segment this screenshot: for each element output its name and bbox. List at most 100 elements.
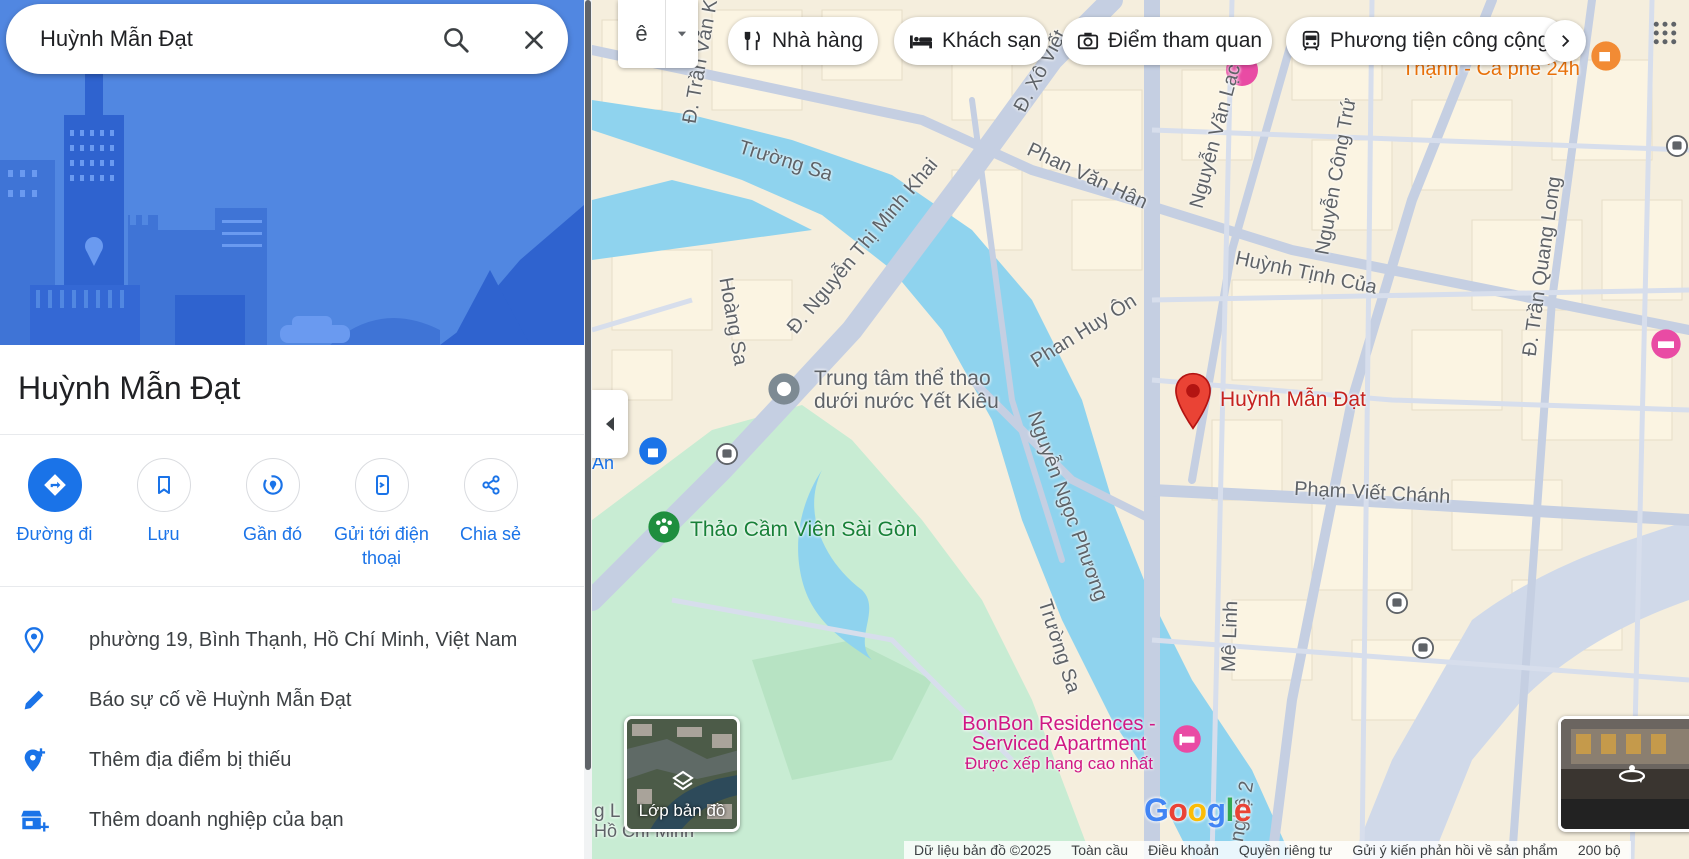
panel-scrollbar[interactable] bbox=[584, 0, 592, 859]
bonbon-label-2: Serviced Apartment bbox=[971, 733, 1147, 755]
map-style-dropdown[interactable] bbox=[666, 0, 698, 68]
camera-icon bbox=[1077, 32, 1099, 50]
chevron-right-icon bbox=[1562, 35, 1570, 47]
map-layers-button[interactable]: Lớp bản đồ bbox=[624, 716, 740, 832]
chip-label: Khách sạn bbox=[942, 29, 1042, 52]
caret-down-icon bbox=[677, 31, 687, 37]
privacy-link[interactable]: Quyền riêng tư bbox=[1229, 842, 1342, 858]
location-pin-icon bbox=[24, 627, 44, 654]
bonbon-poi[interactable]: BonBon Residences - Serviced Apartment Đ… bbox=[954, 713, 1201, 774]
add-missing-place-text: Thêm địa điểm bị thiếu bbox=[89, 748, 292, 771]
caret-left-icon bbox=[606, 417, 614, 431]
red-pin-icon bbox=[1175, 372, 1211, 430]
address-row[interactable]: phường 19, Bình Thạnh, Hồ Chí Minh, Việt… bbox=[0, 612, 584, 668]
rotate-360-icon bbox=[1618, 765, 1646, 783]
chip-restaurants[interactable]: Nhà hàng bbox=[728, 17, 878, 65]
bus-stop-icon[interactable] bbox=[1666, 135, 1688, 157]
report-issue-row[interactable]: Báo sự cố về Huỳnh Mẫn Đạt bbox=[0, 672, 584, 728]
add-missing-place-row[interactable]: Thêm địa điểm bị thiếu bbox=[0, 732, 584, 788]
place-title: Huỳnh Mẫn Đạt bbox=[18, 370, 241, 406]
share-icon bbox=[481, 475, 500, 495]
nearby-circle bbox=[245, 458, 300, 512]
map-style-button[interactable]: ê bbox=[618, 0, 666, 68]
map-style-toggle[interactable]: ê bbox=[618, 0, 698, 68]
chip-label: Điểm tham quan bbox=[1108, 29, 1263, 52]
shopping-marker-icon[interactable] bbox=[638, 436, 668, 466]
directions-label: Đường đi bbox=[16, 524, 93, 544]
hotel-icon bbox=[910, 35, 932, 49]
bonbon-label-1: BonBon Residences - bbox=[962, 713, 1156, 735]
logo-letter: l bbox=[1225, 792, 1235, 828]
save-circle bbox=[136, 458, 191, 512]
directions-circle bbox=[27, 458, 82, 512]
divider bbox=[0, 586, 584, 587]
nearby-label: Gần đó bbox=[242, 524, 303, 544]
logo-letter: e bbox=[1233, 792, 1252, 828]
place-pin[interactable]: Huỳnh Mẫn Đạt bbox=[1172, 372, 1366, 435]
restaurant-icon bbox=[744, 31, 761, 51]
chip-attractions[interactable]: Điểm tham quan bbox=[1062, 17, 1272, 65]
share-button[interactable]: Chia sẻ bbox=[436, 458, 545, 578]
search-box[interactable] bbox=[6, 4, 568, 74]
search-input[interactable] bbox=[40, 26, 440, 52]
bookmark-icon bbox=[157, 476, 170, 494]
share-label: Chia sẻ bbox=[459, 524, 522, 544]
logo-letter: o bbox=[1187, 792, 1207, 828]
send-to-phone-label: Gửi tới điện thoại bbox=[334, 524, 429, 568]
chips-next-button[interactable] bbox=[1544, 20, 1586, 62]
clear-search-button[interactable] bbox=[516, 22, 552, 58]
send-to-phone-icon bbox=[375, 475, 389, 495]
search-icon bbox=[444, 28, 469, 53]
feedback-link[interactable]: Gửi ý kiến phản hồi về sản phẩm bbox=[1342, 842, 1568, 858]
terms-link[interactable]: Điều khoản bbox=[1138, 842, 1229, 858]
street-view-thumbnail[interactable] bbox=[1558, 716, 1689, 832]
add-business-icon bbox=[21, 810, 49, 832]
street-label: Mê Linh bbox=[1217, 600, 1243, 673]
layers-label: Lớp bản đồ bbox=[638, 801, 726, 820]
address-text: phường 19, Bình Thạnh, Hồ Chí Minh, Việt… bbox=[89, 628, 518, 651]
send-to-phone-button[interactable]: Gửi tới điện thoại bbox=[327, 458, 436, 578]
map-canvas[interactable]: Trường Sa Đ. Nguyễn Thị Minh Khai Phan V… bbox=[592, 0, 1689, 859]
map-footer: Dữ liệu bản đồ ©2025 Toàn cầu Điều khoản… bbox=[904, 841, 1631, 859]
zoo-icon bbox=[648, 511, 680, 543]
chip-label: Phương tiện công cộng bbox=[1330, 29, 1550, 52]
share-circle bbox=[463, 458, 518, 512]
add-business-text: Thêm doanh nghiệp của bạn bbox=[89, 808, 344, 831]
cafe-marker-icon[interactable] bbox=[1590, 40, 1622, 72]
place-panel: Huỳnh Mẫn Đạt Đường đi Lưu Gần đó Gửi tớ… bbox=[0, 0, 584, 859]
map-data-credit: Dữ liệu bản đồ ©2025 bbox=[914, 842, 1052, 858]
bus-stop-icon[interactable] bbox=[716, 443, 738, 465]
directions-icon bbox=[43, 474, 66, 496]
save-button[interactable]: Lưu bbox=[109, 458, 218, 578]
bus-stop-icon[interactable] bbox=[1412, 637, 1434, 659]
global-link[interactable]: Toàn cầu bbox=[1061, 842, 1138, 858]
report-issue-text: Báo sự cố về Huỳnh Mẫn Đạt bbox=[89, 688, 352, 711]
directions-button[interactable]: Đường đi bbox=[0, 458, 109, 578]
poi-marker-icon bbox=[768, 373, 800, 405]
scale-bar[interactable]: 200 bộ bbox=[1568, 842, 1631, 858]
bus-stop-icon[interactable] bbox=[1386, 592, 1408, 614]
pencil-icon bbox=[24, 690, 44, 710]
pin-label: Huỳnh Mẫn Đạt bbox=[1220, 388, 1366, 411]
save-label: Lưu bbox=[147, 524, 180, 544]
hotel-marker-icon[interactable] bbox=[1650, 328, 1682, 360]
action-bar: Đường đi Lưu Gần đó Gửi tới điện thoại C… bbox=[0, 458, 584, 578]
nearby-icon bbox=[262, 475, 283, 495]
google-logo: Google bbox=[1144, 792, 1252, 829]
google-apps-button[interactable] bbox=[1650, 18, 1680, 48]
chip-transit[interactable]: Phương tiện công cộng bbox=[1286, 17, 1566, 65]
place-hero-illustration bbox=[0, 0, 584, 345]
scrollbar-thumb[interactable] bbox=[585, 0, 591, 770]
send-to-phone-circle bbox=[354, 458, 409, 512]
collapse-panel-button[interactable] bbox=[592, 390, 628, 458]
add-business-row[interactable]: Thêm doanh nghiệp của bạn bbox=[0, 792, 584, 848]
chip-label: Nhà hàng bbox=[772, 29, 864, 52]
logo-letter: g bbox=[1206, 792, 1226, 828]
nearby-button[interactable]: Gần đó bbox=[218, 458, 327, 578]
search-button[interactable] bbox=[438, 22, 474, 58]
transit-icon bbox=[1302, 30, 1320, 51]
logo-letter: G bbox=[1144, 792, 1169, 828]
layers-icon bbox=[672, 770, 694, 791]
chip-hotels[interactable]: Khách sạn bbox=[894, 17, 1048, 65]
close-icon bbox=[525, 31, 543, 49]
